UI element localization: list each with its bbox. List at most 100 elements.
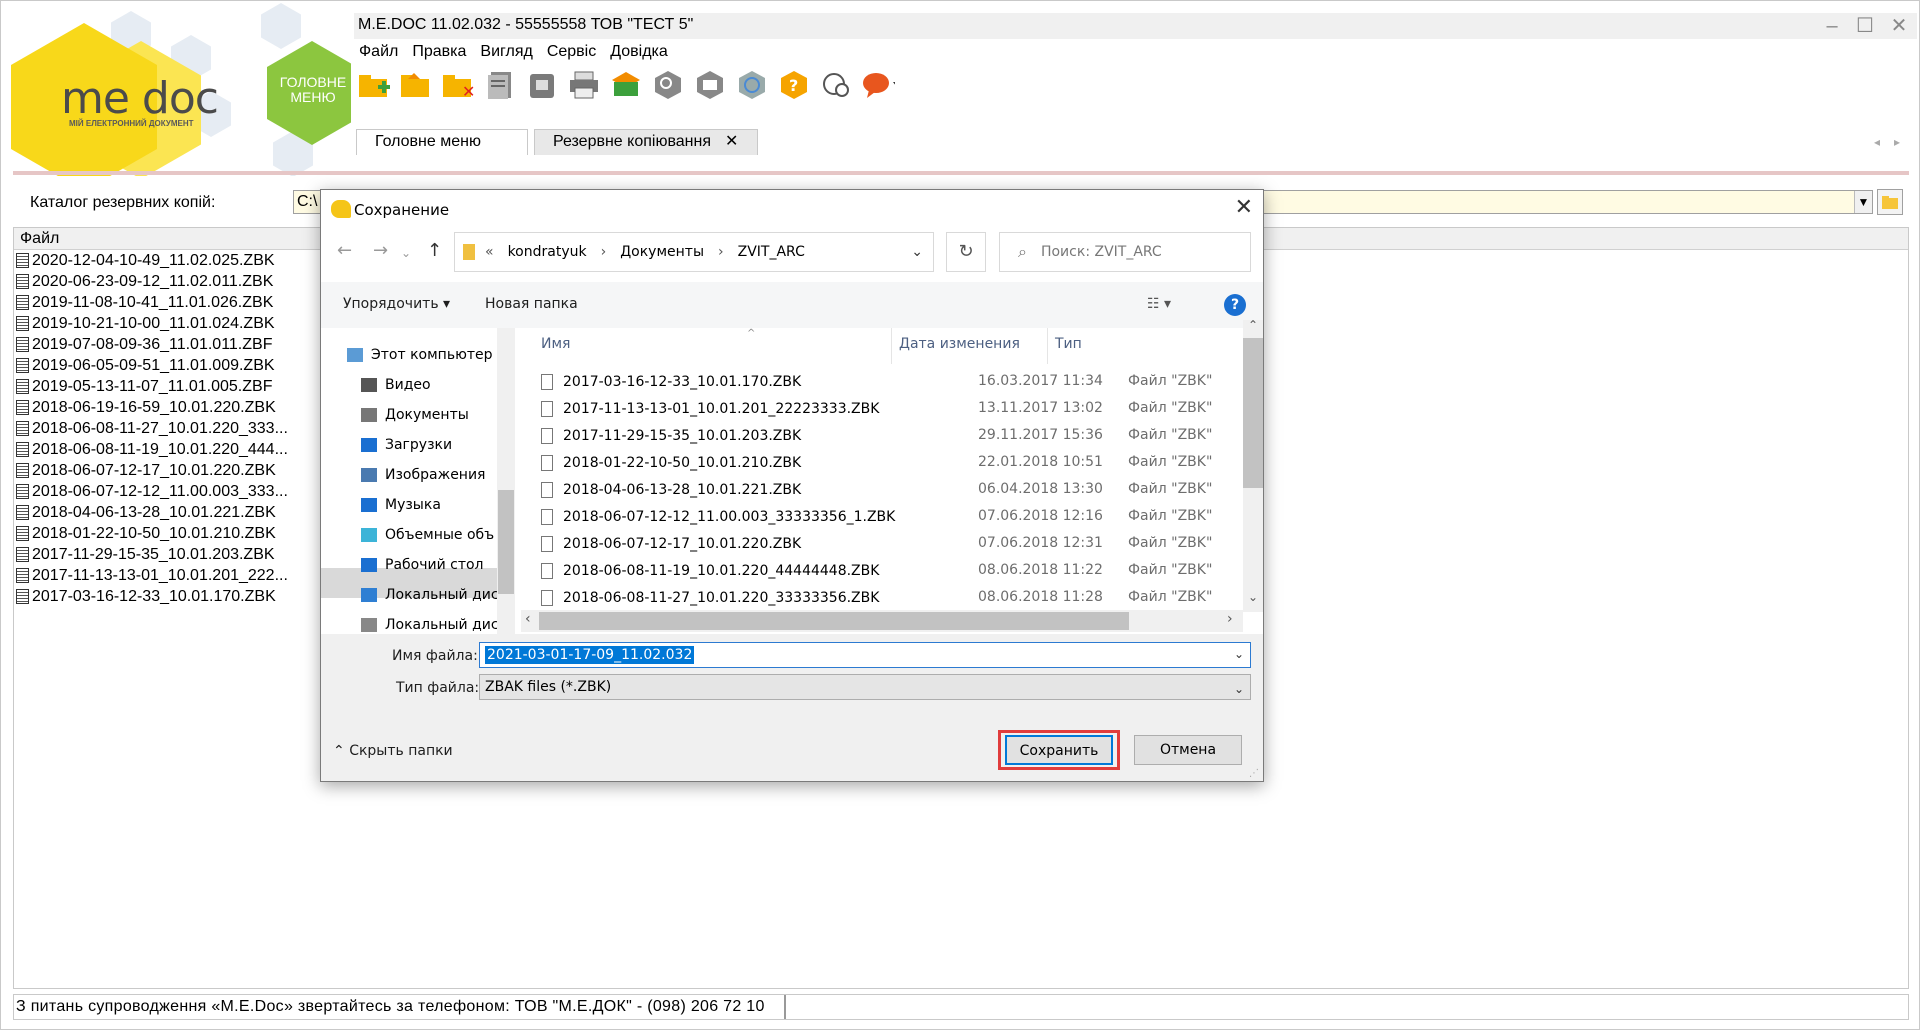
nav-scroll-thumb[interactable] xyxy=(498,490,514,594)
file-name: 2017-11-29-15-35_10.01.203.ZBK xyxy=(32,546,275,563)
up-arrow-icon[interactable]: ↑ xyxy=(427,240,442,261)
print-icon[interactable] xyxy=(567,68,601,102)
nav-item[interactable]: Документы xyxy=(361,400,469,430)
tab-backup[interactable]: Резервне копіювання ✕ xyxy=(534,129,758,155)
breadcrumb-overflow[interactable]: « xyxy=(485,244,494,260)
archive-icon[interactable] xyxy=(525,68,559,102)
list-vertical-thumb[interactable] xyxy=(1243,338,1263,488)
new-folder-button[interactable]: Новая папка xyxy=(485,296,578,312)
support-icon[interactable] xyxy=(819,68,853,102)
table-row[interactable]: 2017-03-16-12-33_10.01.170.ZBK xyxy=(541,368,801,395)
back-arrow-icon[interactable]: ← xyxy=(337,240,352,261)
address-bar[interactable]: « kondratyuk › Документы › ZVIT_ARC ⌄ xyxy=(454,232,934,272)
nav-item-label: Рабочий стол xyxy=(385,557,484,573)
refresh-icon[interactable]: ↻ xyxy=(946,232,986,272)
menu-help[interactable]: Довідка xyxy=(610,43,668,65)
nav-item[interactable]: Изображения xyxy=(361,460,485,490)
maximize-icon[interactable]: ☐ xyxy=(1852,15,1878,37)
file-icon xyxy=(541,427,553,444)
tab-close-icon[interactable]: ✕ xyxy=(725,133,738,150)
chat-icon[interactable] xyxy=(861,68,895,102)
chevron-down-icon[interactable]: ⌄ xyxy=(1234,677,1244,701)
column-name[interactable]: Имя xyxy=(541,336,570,364)
filetype-select[interactable]: ZBAK files (*.ZBK) ⌄ xyxy=(479,674,1251,700)
window-title: M.E.DOC 11.02.032 - 55555558 ТОВ "ТЕСТ 5… xyxy=(358,16,694,33)
table-row[interactable]: 2018-06-07-12-17_10.01.220.ZBK xyxy=(541,530,801,557)
list-horizontal-thumb[interactable] xyxy=(539,612,1129,630)
3d-objects-icon xyxy=(361,528,377,542)
search-box[interactable]: ⌕ Поиск: ZVIT_ARC xyxy=(999,232,1251,272)
scroll-up-icon[interactable]: ⌃ xyxy=(1248,318,1258,332)
file-icon xyxy=(16,589,29,604)
date-cell: 08.06.2018 11:28 xyxy=(978,589,1103,605)
chevron-down-icon[interactable]: ⌄ xyxy=(911,244,923,260)
nav-item[interactable]: Этот компьютер xyxy=(347,340,493,370)
breadcrumb-separator: › xyxy=(718,244,724,260)
breadcrumb-zvit-arc[interactable]: ZVIT_ARC xyxy=(738,244,805,260)
minimize-icon[interactable]: – xyxy=(1819,15,1845,37)
table-row[interactable]: 2018-04-06-13-28_10.01.221.ZBK xyxy=(541,476,801,503)
scroll-right-icon[interactable]: › xyxy=(1227,611,1233,627)
table-row[interactable]: 2018-06-08-11-19_10.01.220_44444448.ZBK xyxy=(541,557,879,584)
breadcrumb-separator: › xyxy=(600,244,607,260)
menu-view[interactable]: Вигляд xyxy=(480,43,532,65)
hide-folders-button[interactable]: ⌃ Скрыть папки xyxy=(333,743,453,759)
file-name: 2020-06-23-09-12_11.02.011.ZBK xyxy=(32,273,274,290)
documents-icon[interactable] xyxy=(483,68,517,102)
file-icon xyxy=(16,316,29,331)
menu-service[interactable]: Сервіс xyxy=(547,43,596,65)
filename-value: 2021-03-01-17-09_11.02.032 xyxy=(485,646,695,664)
close-icon[interactable]: ✕ xyxy=(1886,15,1912,37)
recent-locations-icon[interactable]: ⌄ xyxy=(401,246,411,260)
table-row[interactable]: 2018-06-08-11-27_10.01.220_33333356.ZBK xyxy=(541,584,879,611)
column-date[interactable]: Дата изменения xyxy=(899,336,1020,364)
cancel-button[interactable]: Отмена xyxy=(1134,735,1242,765)
nav-item[interactable]: Видео xyxy=(361,370,431,400)
scroll-down-icon[interactable]: ⌄ xyxy=(1248,590,1258,604)
nav-item[interactable]: Загрузки xyxy=(361,430,452,460)
filename-input[interactable]: 2021-03-01-17-09_11.02.032 ⌄ xyxy=(479,642,1251,668)
new-folder-icon[interactable] xyxy=(357,68,391,102)
nav-item[interactable]: Локальный дис xyxy=(361,580,499,610)
open-folder-icon[interactable] xyxy=(399,68,433,102)
table-row[interactable]: 2017-11-13-13-01_10.01.201_22223333.ZBK xyxy=(541,395,879,422)
search-icon[interactable] xyxy=(651,68,685,102)
column-type[interactable]: Тип xyxy=(1055,336,1082,364)
svg-text:?: ? xyxy=(789,76,798,95)
tab-scroll-left-icon[interactable]: ◂ xyxy=(1874,135,1880,149)
table-row[interactable]: 2018-01-22-10-50_10.01.210.ZBK xyxy=(541,449,801,476)
breadcrumb-documents[interactable]: Документы xyxy=(620,244,704,260)
chevron-down-icon[interactable]: ⌄ xyxy=(1234,647,1244,661)
send-icon[interactable] xyxy=(609,68,643,102)
browse-folder-button[interactable] xyxy=(1877,189,1903,215)
mail-icon[interactable] xyxy=(693,68,727,102)
nav-item[interactable]: Рабочий стол xyxy=(361,550,484,580)
nav-item[interactable]: Объемные объ xyxy=(361,520,494,550)
breadcrumb-kondratyuk[interactable]: kondratyuk xyxy=(508,244,587,260)
date-cell: 07.06.2018 12:16 xyxy=(978,508,1103,524)
file-name-cell: 2017-11-13-13-01_10.01.201_22223333.ZBK xyxy=(563,400,880,417)
resize-grip-icon[interactable]: ⋰ xyxy=(1249,768,1259,779)
close-icon[interactable]: ✕ xyxy=(1235,195,1253,220)
forward-arrow-icon[interactable]: → xyxy=(373,240,388,261)
chevron-down-icon[interactable]: ▼ xyxy=(1854,191,1872,213)
help-icon[interactable]: ? xyxy=(777,68,811,102)
help-icon[interactable]: ? xyxy=(1224,294,1246,316)
save-button[interactable]: Сохранить xyxy=(1005,735,1113,765)
delete-folder-icon[interactable]: ✕ xyxy=(441,68,475,102)
table-row[interactable]: 2018-06-07-12-12_11.00.003_33333356_1.ZB… xyxy=(541,503,895,530)
scroll-left-icon[interactable]: ‹ xyxy=(525,611,531,627)
organize-button[interactable]: Упорядочить ▾ xyxy=(343,296,450,312)
tab-scroll-right-icon[interactable]: ▸ xyxy=(1894,135,1900,149)
search-input[interactable]: Поиск: ZVIT_ARC xyxy=(1041,244,1162,260)
tab-main-menu[interactable]: Головне меню xyxy=(356,129,528,155)
nav-item[interactable]: Музыка xyxy=(361,490,441,520)
menu-file[interactable]: Файл xyxy=(359,43,398,65)
verify-icon[interactable] xyxy=(735,68,769,102)
file-icon xyxy=(16,547,29,562)
nav-item-label: Документы xyxy=(385,407,469,423)
table-row[interactable]: 2017-11-29-15-35_10.01.203.ZBK xyxy=(541,422,801,449)
view-options-icon[interactable]: ☷ ▾ xyxy=(1147,296,1171,312)
main-menu-tile-label[interactable]: ГОЛОВНЕ МЕНЮ xyxy=(271,75,351,105)
menu-edit[interactable]: Правка xyxy=(412,43,466,65)
